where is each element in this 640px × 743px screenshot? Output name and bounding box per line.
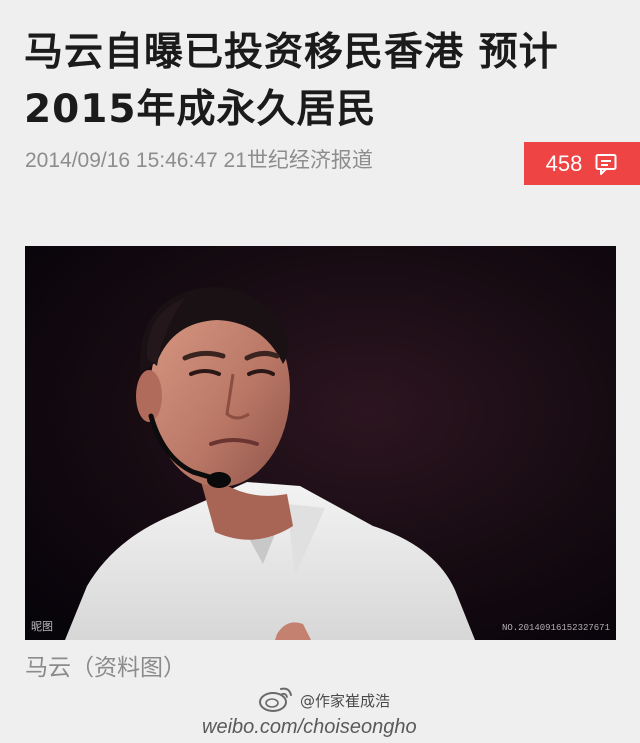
article-page: 马云自曝已投资移民香港 预计2015年成永久居民 2014/09/16 15:4… <box>0 0 640 743</box>
comment-count: 458 <box>545 150 583 176</box>
photo-caption: 马云（资料图） <box>25 655 186 681</box>
article-meta: 2014/09/16 15:46:47 21世纪经济报道 <box>25 146 373 176</box>
weibo-handle: @作家崔成浩 <box>300 692 391 710</box>
comment-count-button[interactable]: 458 <box>524 142 640 185</box>
photo-serial: NO.20140916152327671 <box>501 623 610 633</box>
article-title: 马云自曝已投资移民香港 预计2015年成永久居民 <box>24 30 559 132</box>
article-source: 21世纪经济报道 <box>223 149 373 172</box>
article-timestamp: 2014/09/16 15:46:47 <box>25 149 218 172</box>
portrait-illustration <box>25 246 616 640</box>
article-photo[interactable]: 昵图 NO.20140916152327671 <box>25 246 616 640</box>
weibo-logo-icon <box>259 687 292 712</box>
photo-credit: 昵图 <box>31 620 53 633</box>
weibo-url: weibo.com/choiseongho <box>202 716 417 738</box>
comment-bubble-icon <box>595 153 617 175</box>
